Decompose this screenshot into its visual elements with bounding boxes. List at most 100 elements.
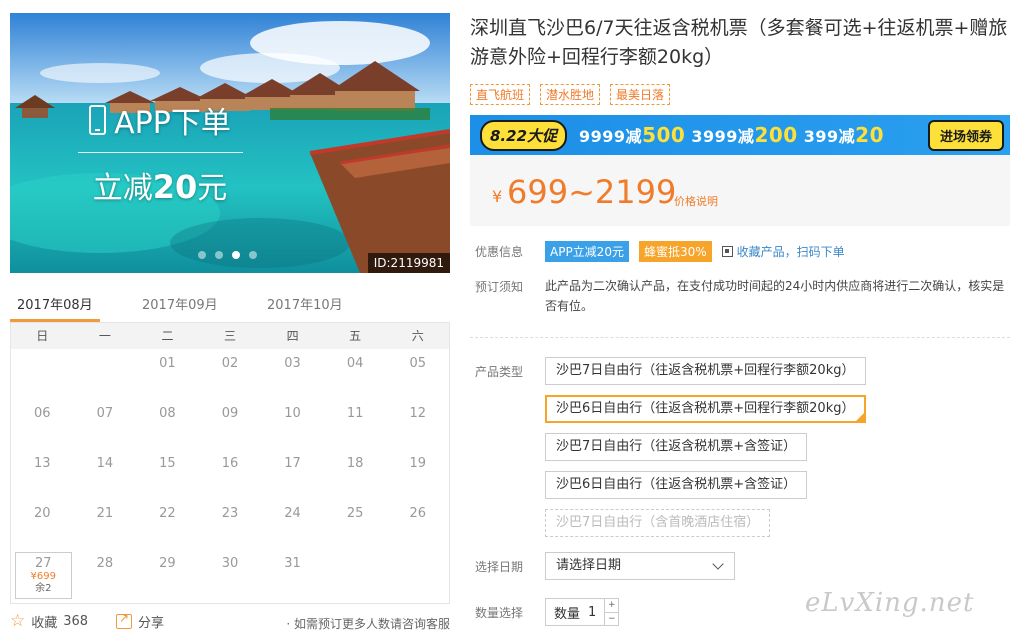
quantity-stepper[interactable]: 数量 1 + − [545, 598, 620, 626]
calendar-day-number: 04 [346, 356, 364, 371]
offer-threshold: 399减 [803, 127, 856, 146]
calendar-day-number: 08 [159, 406, 176, 421]
price-calendar: 日 一 二 三 四 五 六 01 02 03 04 05 06 07 08 09 10 11 12 13… [10, 322, 450, 604]
calendar-day-number: 29 [159, 556, 176, 571]
share-label: 分享 [138, 616, 165, 631]
carousel-dot-1[interactable] [198, 251, 206, 259]
calendar-grid: 01 02 03 04 05 06 07 08 09 10 11 12 13 14 15 16 17 18 19 20… [11, 349, 449, 599]
tab-month-2[interactable]: 2017年09月 [142, 294, 218, 313]
calendar-day: 13 [11, 449, 74, 499]
calendar-day: 03 [261, 349, 324, 399]
calendar-weekday-header: 日 一 二 三 四 五 六 [11, 323, 449, 349]
calendar-day: 23 [199, 499, 262, 549]
calendar-day: 01 [136, 349, 199, 399]
calendar-day: 24 [261, 499, 324, 549]
calendar-day: 21 [74, 499, 137, 549]
increment-button[interactable]: + [605, 599, 619, 613]
app-promo-divider [77, 152, 243, 153]
calendar-day: 10 [261, 399, 324, 449]
calendar-day: 26 [386, 499, 449, 549]
calendar-day: 25 [324, 499, 387, 549]
calendar-day-stock: 余2 [35, 583, 52, 594]
star-icon: ☆ [10, 611, 26, 631]
product-option[interactable]: 沙巴7日自由行（往返含税机票+回程行李额20kg） [545, 357, 866, 385]
app-promo-prefix: 立减 [92, 171, 153, 206]
feature-tags: 直飞航班 潜水胜地 最美日落 [470, 84, 671, 105]
calendar-day: 16 [199, 449, 262, 499]
calendar-day: 04 [324, 349, 387, 399]
share-icon [116, 611, 132, 629]
date-label: 选择日期 [475, 560, 524, 574]
date-select[interactable]: 请选择日期 [545, 552, 735, 580]
qr-order-link[interactable]: 收藏产品，扫码下单 [721, 243, 845, 260]
calendar-day-number: 13 [34, 456, 51, 471]
calendar-day: 08 [136, 399, 199, 449]
honey-discount-badge: 蜂蜜抵30% [638, 241, 712, 262]
calendar-empty-cell [324, 549, 387, 599]
product-option[interactable]: 沙巴6日自由行（往返含税机票+含签证） [545, 471, 808, 499]
action-bar: ☆ 收藏 368 分享 · 如需预订更多人数请咨询客服 [10, 611, 450, 634]
promo-banner[interactable]: 8.22大促 9999减500 3999减200 399减20 进场领券 [470, 115, 1010, 155]
product-option[interactable]: 沙巴7日自由行（往返含税机票+含签证） [545, 433, 808, 461]
tab-month-1[interactable]: 2017年08月 [17, 294, 93, 313]
feature-tag: 最美日落 [610, 84, 671, 105]
calendar-day-available[interactable]: 27 ¥699 余2 [15, 552, 72, 599]
calendar-day-number: 10 [284, 406, 301, 421]
price-explanation-link[interactable]: 价格说明 [674, 193, 718, 209]
currency-symbol: ¥ [492, 187, 503, 206]
calendar-day: 18 [324, 449, 387, 499]
share-button[interactable]: 分享 [116, 611, 165, 631]
calendar-day: 28 [74, 549, 137, 599]
qr-link-label: 收藏产品，扫码下单 [736, 245, 845, 259]
tab-month-3[interactable]: 2017年10月 [267, 294, 343, 313]
calendar-empty-cell [74, 349, 137, 399]
price-box: ¥ 699~2199 价格说明 [470, 155, 1010, 226]
offer-amount: 200 [754, 123, 798, 147]
calendar-day-number: 31 [284, 556, 301, 571]
calendar-day-number: 23 [221, 506, 239, 521]
decrement-button[interactable]: − [605, 613, 618, 626]
quantity-field-label: 数量 [554, 606, 581, 622]
offer-amount: 20 [855, 123, 885, 147]
site-watermark: eLvXing.net [805, 588, 975, 618]
calendar-day-number: 05 [409, 356, 426, 371]
carousel-dot-2[interactable] [215, 251, 223, 259]
app-promo-overlay: APP下单 立减20元 [10, 98, 310, 207]
calendar-day: 06 [11, 399, 74, 449]
calendar-day: 31 [261, 549, 324, 599]
quantity-value[interactable]: 1 [588, 605, 604, 620]
phone-icon [89, 105, 107, 135]
calendar-day: 19 [386, 449, 449, 499]
weekday-label: 四 [286, 329, 299, 343]
calendar-day-number: 21 [96, 506, 114, 521]
calendar-day: 02 [199, 349, 262, 399]
weekday-label: 三 [224, 329, 237, 343]
get-coupon-button[interactable]: 进场领券 [927, 120, 1004, 151]
consult-note: · 如需预订更多人数请咨询客服 [286, 617, 450, 631]
weekday-label: 六 [411, 329, 424, 343]
calendar-day: 20 [11, 499, 74, 549]
calendar-day-number: 17 [284, 456, 301, 471]
weekday-label: 日 [36, 329, 49, 343]
calendar-day: 07 [74, 399, 137, 449]
offer-threshold: 3999减 [691, 127, 755, 146]
calendar-day-number: 02 [221, 356, 239, 371]
app-discount-badge: APP立减20元 [545, 241, 629, 262]
calendar-day-number: 30 [221, 556, 239, 571]
promo-offers: 9999减500 3999减200 399减20 [579, 123, 884, 147]
favorite-button[interactable]: ☆ 收藏 368 [10, 611, 88, 632]
app-promo-amount: 20 [152, 168, 198, 206]
calendar-day-number: 11 [346, 406, 364, 421]
hero-image-carousel[interactable]: APP下单 立减20元 ID:2119981 [10, 13, 450, 273]
product-option-disabled: 沙巴7日自由行（含首晚酒店住宿） [545, 509, 771, 537]
carousel-dot-4[interactable] [249, 251, 257, 259]
app-promo-line2: 立减20元 [10, 163, 310, 207]
app-promo-suffix: 元 [197, 171, 228, 206]
calendar-day-number: 28 [96, 556, 114, 571]
calendar-day: 22 [136, 499, 199, 549]
calendar-day-number: 24 [284, 506, 301, 521]
product-option-selected[interactable]: 沙巴6日自由行（往返含税机票+回程行李额20kg） [545, 395, 866, 423]
carousel-dot-3[interactable] [232, 251, 240, 259]
calendar-day: 14 [74, 449, 137, 499]
product-type-label: 产品类型 [475, 365, 524, 379]
